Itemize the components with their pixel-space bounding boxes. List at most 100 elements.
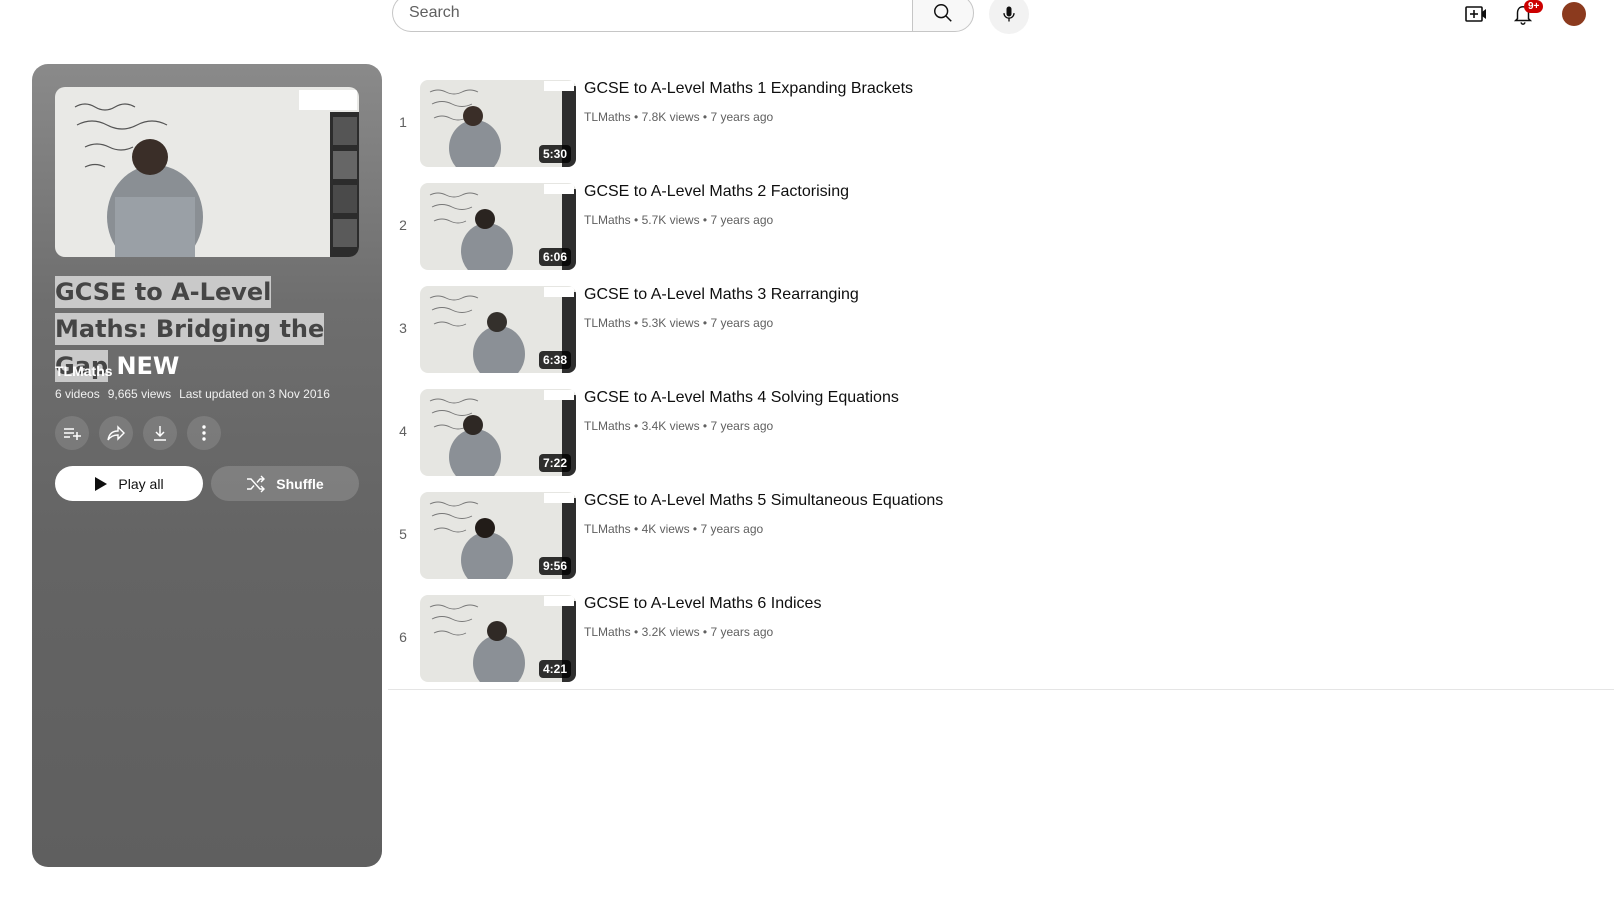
meta-separator: • xyxy=(630,522,642,536)
search-button[interactable] xyxy=(912,0,974,32)
microphone-icon xyxy=(1003,6,1015,22)
video-channel[interactable]: TLMaths xyxy=(584,213,631,227)
create-button[interactable] xyxy=(1462,2,1490,26)
video-duration: 4:21 xyxy=(538,660,571,678)
last-updated: Last updated on 3 Nov 2016 xyxy=(179,387,330,401)
video-meta: TLMaths • 5.3K views • 7 years ago xyxy=(584,316,773,330)
meta-separator: • xyxy=(699,625,711,639)
voice-search-button[interactable] xyxy=(989,0,1029,34)
whiteboard-thumbnail-image xyxy=(55,87,359,257)
meta-separator: • xyxy=(630,213,642,227)
video-meta: TLMaths • 7.8K views • 7 years ago xyxy=(584,110,773,124)
search-input[interactable] xyxy=(407,3,912,23)
video-meta: TLMaths • 4K views • 7 years ago xyxy=(584,522,763,536)
video-thumbnail[interactable]: 7:22 xyxy=(420,389,576,476)
video-meta: TLMaths • 3.2K views • 7 years ago xyxy=(584,625,773,639)
video-row[interactable]: 3 6:38 GCSE to A-Level Maths 3 Rearranging… xyxy=(388,284,1614,387)
video-row[interactable]: 4 7:22 GCSE to A-Level Maths 4 Solving Equ… xyxy=(388,387,1614,490)
meta-separator: • xyxy=(699,110,711,124)
playlist-actions xyxy=(55,416,221,450)
playlist-owner[interactable]: TLMaths xyxy=(55,363,113,379)
video-index: 1 xyxy=(399,114,407,130)
video-age: 7 years ago xyxy=(710,316,774,330)
new-tag: NEW xyxy=(116,352,180,380)
video-duration: 7:22 xyxy=(538,454,571,472)
video-duration: 9:56 xyxy=(538,557,571,575)
play-all-button[interactable]: Play all xyxy=(55,466,203,501)
video-duration: 6:06 xyxy=(538,248,571,266)
video-thumbnail[interactable]: 9:56 xyxy=(420,492,576,579)
video-index: 6 xyxy=(399,629,407,645)
video-index: 3 xyxy=(399,320,407,336)
video-views: 7.8K views xyxy=(641,110,700,124)
video-age: 7 years ago xyxy=(710,419,774,433)
video-duration: 5:30 xyxy=(538,145,571,163)
video-thumbnail[interactable]: 4:21 xyxy=(420,595,576,682)
video-channel[interactable]: TLMaths xyxy=(584,316,631,330)
video-index: 4 xyxy=(399,423,407,439)
playlist-add-icon xyxy=(64,428,81,440)
list-divider xyxy=(388,689,1614,690)
video-age: 7 years ago xyxy=(710,213,774,227)
play-icon xyxy=(95,476,108,491)
meta-separator: • xyxy=(630,625,642,639)
meta-separator: • xyxy=(699,213,711,227)
video-channel[interactable]: TLMaths xyxy=(584,110,631,124)
video-meta: TLMaths • 5.7K views • 7 years ago xyxy=(584,213,773,227)
shuffle-label: Shuffle xyxy=(276,475,324,492)
playlist-header-panel: GCSE to A-Level Maths: Bridging the Gap … xyxy=(32,64,382,867)
shuffle-icon xyxy=(247,475,266,492)
meta-separator: • xyxy=(689,522,701,536)
video-count: 6 videos xyxy=(55,387,100,401)
video-add-icon xyxy=(1465,6,1486,22)
meta-separator: • xyxy=(699,419,711,433)
more-vert-icon xyxy=(202,425,206,441)
playlist-video-list: 1 5:30 GCSE to A-Level Maths 1 Expanding B… xyxy=(388,78,1614,696)
shuffle-button[interactable]: Shuffle xyxy=(211,466,359,501)
playlist-meta: 6 videos 9,665 views Last updated on 3 Nov… xyxy=(55,387,338,401)
playlist-thumbnail[interactable] xyxy=(55,87,359,257)
meta-separator: • xyxy=(699,316,711,330)
save-playlist-button[interactable] xyxy=(55,416,89,450)
video-views: 5.3K views xyxy=(641,316,700,330)
video-channel[interactable]: TLMaths xyxy=(584,522,631,536)
play-all-label: Play all xyxy=(118,475,164,492)
share-button[interactable] xyxy=(99,416,133,450)
share-icon xyxy=(107,425,125,441)
search-icon xyxy=(934,4,952,22)
video-age: 7 years ago xyxy=(710,625,774,639)
video-views: 3.2K views xyxy=(641,625,700,639)
video-title[interactable]: GCSE to A-Level Maths 5 Simultaneous Equ… xyxy=(584,492,943,510)
more-actions-button[interactable] xyxy=(187,416,221,450)
video-index: 2 xyxy=(399,217,407,233)
video-channel[interactable]: TLMaths xyxy=(584,625,631,639)
video-meta: TLMaths • 3.4K views • 7 years ago xyxy=(584,419,773,433)
search-box[interactable] xyxy=(392,0,912,32)
video-thumbnail[interactable]: 6:38 xyxy=(420,286,576,373)
video-row[interactable]: 2 6:06 GCSE to A-Level Maths 2 Factorising… xyxy=(388,181,1614,284)
video-row[interactable]: 1 5:30 GCSE to A-Level Maths 1 Expanding B… xyxy=(388,78,1614,181)
video-channel[interactable]: TLMaths xyxy=(584,419,631,433)
video-title[interactable]: GCSE to A-Level Maths 2 Factorising xyxy=(584,183,849,201)
video-views: 5.7K views xyxy=(641,213,700,227)
video-views: 4K views xyxy=(641,522,690,536)
download-icon xyxy=(154,426,166,441)
video-thumbnail[interactable]: 5:30 xyxy=(420,80,576,167)
video-thumbnail[interactable]: 6:06 xyxy=(420,183,576,270)
meta-separator: • xyxy=(630,419,642,433)
download-button[interactable] xyxy=(143,416,177,450)
video-age: 7 years ago xyxy=(710,110,774,124)
video-row[interactable]: 5 9:56 GCSE to A-Level Maths 5 Simultaneou… xyxy=(388,490,1614,593)
avatar[interactable] xyxy=(1562,2,1586,26)
video-index: 5 xyxy=(399,526,407,542)
meta-separator: • xyxy=(630,110,642,124)
video-title[interactable]: GCSE to A-Level Maths 1 Expanding Bracke… xyxy=(584,80,913,98)
notification-badge: 9+ xyxy=(1524,0,1544,13)
video-row[interactable]: 6 4:21 GCSE to A-Level Maths 6 Indices TLMa… xyxy=(388,593,1614,696)
video-views: 3.4K views xyxy=(641,419,700,433)
video-duration: 6:38 xyxy=(538,351,571,369)
video-title[interactable]: GCSE to A-Level Maths 3 Rearranging xyxy=(584,286,859,304)
video-title[interactable]: GCSE to A-Level Maths 4 Solving Equation… xyxy=(584,389,899,407)
meta-separator: • xyxy=(630,316,642,330)
video-title[interactable]: GCSE to A-Level Maths 6 Indices xyxy=(584,595,821,613)
